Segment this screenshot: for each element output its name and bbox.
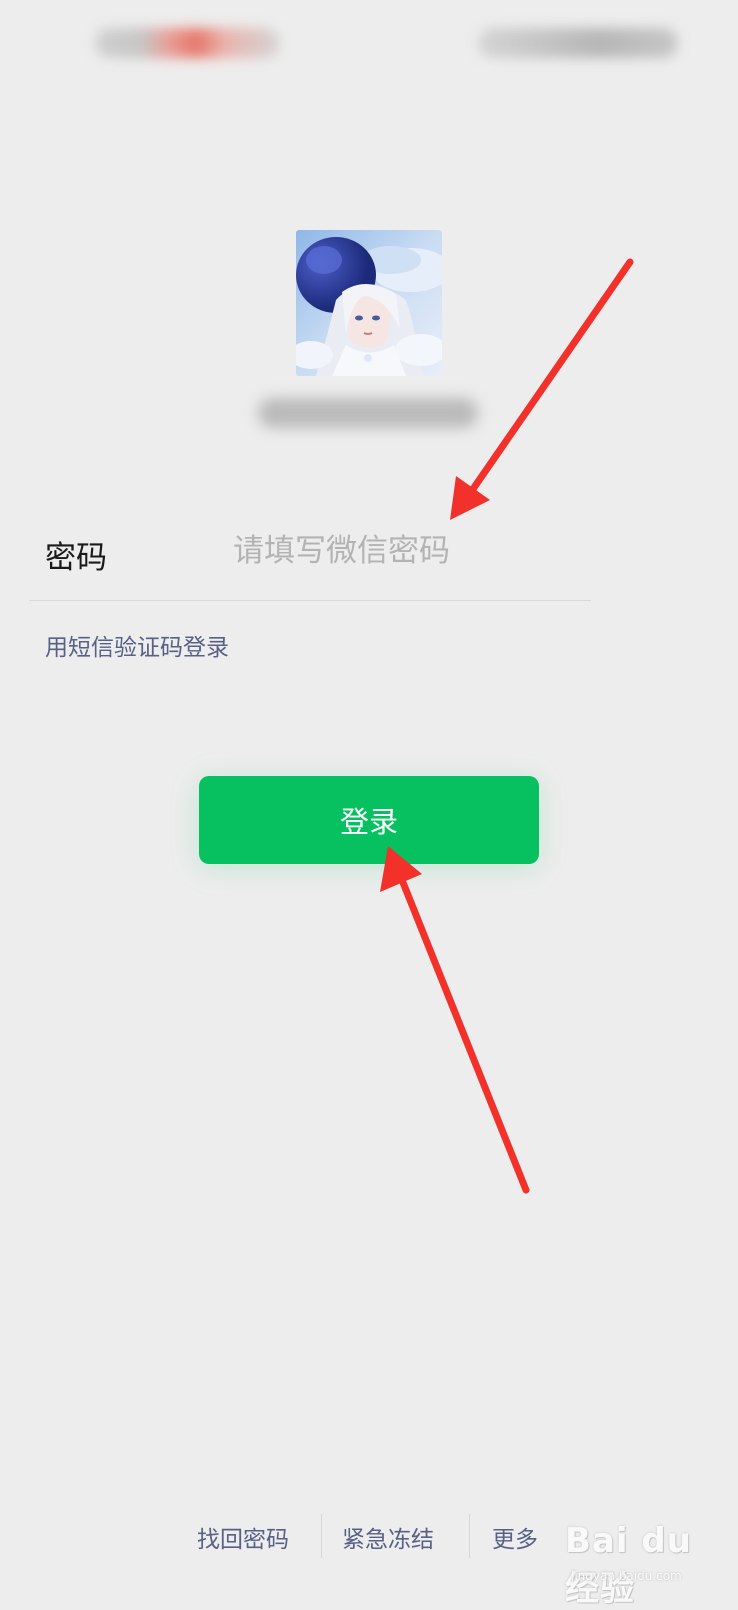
arrow-to-password-field bbox=[450, 258, 634, 520]
more-link[interactable]: 更多 bbox=[492, 1520, 538, 1554]
emergency-freeze-link[interactable]: 紧急冻结 bbox=[342, 1520, 434, 1554]
password-input[interactable] bbox=[233, 526, 573, 576]
bottom-separator bbox=[469, 1514, 470, 1558]
status-bar-left-blurred bbox=[95, 28, 280, 58]
watermark-logo-text: Bai du 经验 bbox=[565, 1521, 692, 1609]
baidu-jingyan-watermark: Bai du 经验 jingyan.baidu.com bbox=[565, 1513, 730, 1609]
avatar-image bbox=[296, 230, 442, 376]
bottom-separator bbox=[321, 1514, 322, 1558]
input-divider bbox=[29, 600, 591, 601]
login-button[interactable]: 登录 bbox=[199, 776, 539, 864]
arrow-to-login-button bbox=[380, 846, 530, 1194]
password-label: 密码 bbox=[45, 540, 107, 576]
username-blurred bbox=[258, 398, 478, 428]
watermark-url: jingyan.baidu.com bbox=[571, 1569, 682, 1583]
status-bar-right-blurred bbox=[478, 28, 678, 58]
find-password-link[interactable]: 找回密码 bbox=[197, 1520, 289, 1554]
sms-login-link[interactable]: 用短信验证码登录 bbox=[45, 628, 229, 662]
avatar bbox=[296, 230, 442, 376]
